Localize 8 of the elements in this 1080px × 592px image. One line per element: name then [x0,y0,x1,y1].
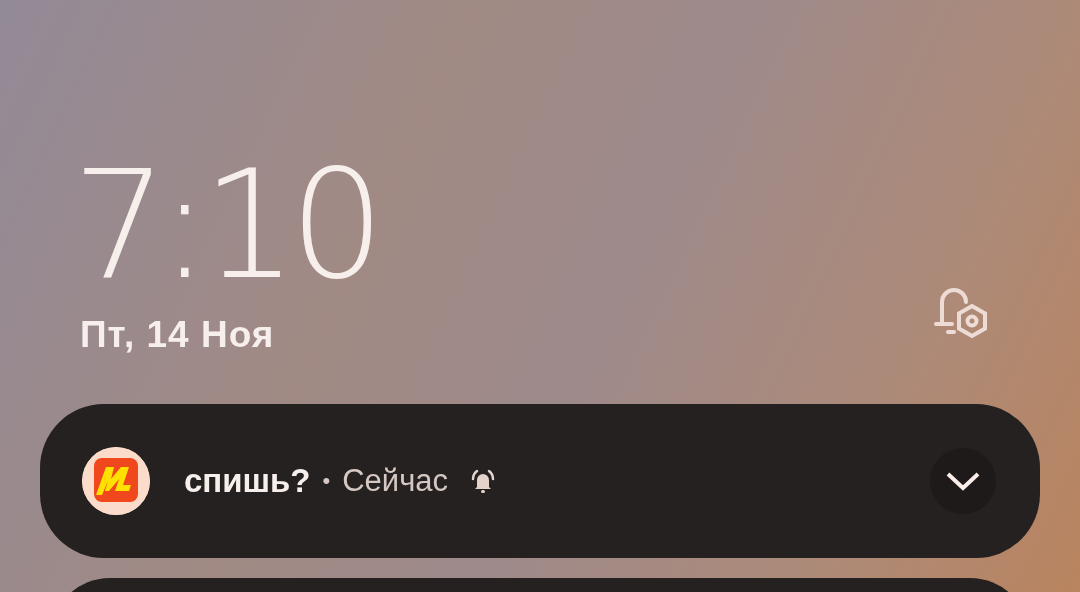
separator-dot: • [322,468,331,494]
app-icon [82,447,150,515]
notification-card[interactable]: спишь? • Сейчас [40,404,1040,558]
notification-title: спишь? [184,462,311,500]
clock-time: 7:10 [72,150,377,300]
chevron-down-icon [945,470,981,492]
notification-time: Сейчас [342,463,449,499]
clock-date: Пт, 14 Ноя [80,314,276,356]
